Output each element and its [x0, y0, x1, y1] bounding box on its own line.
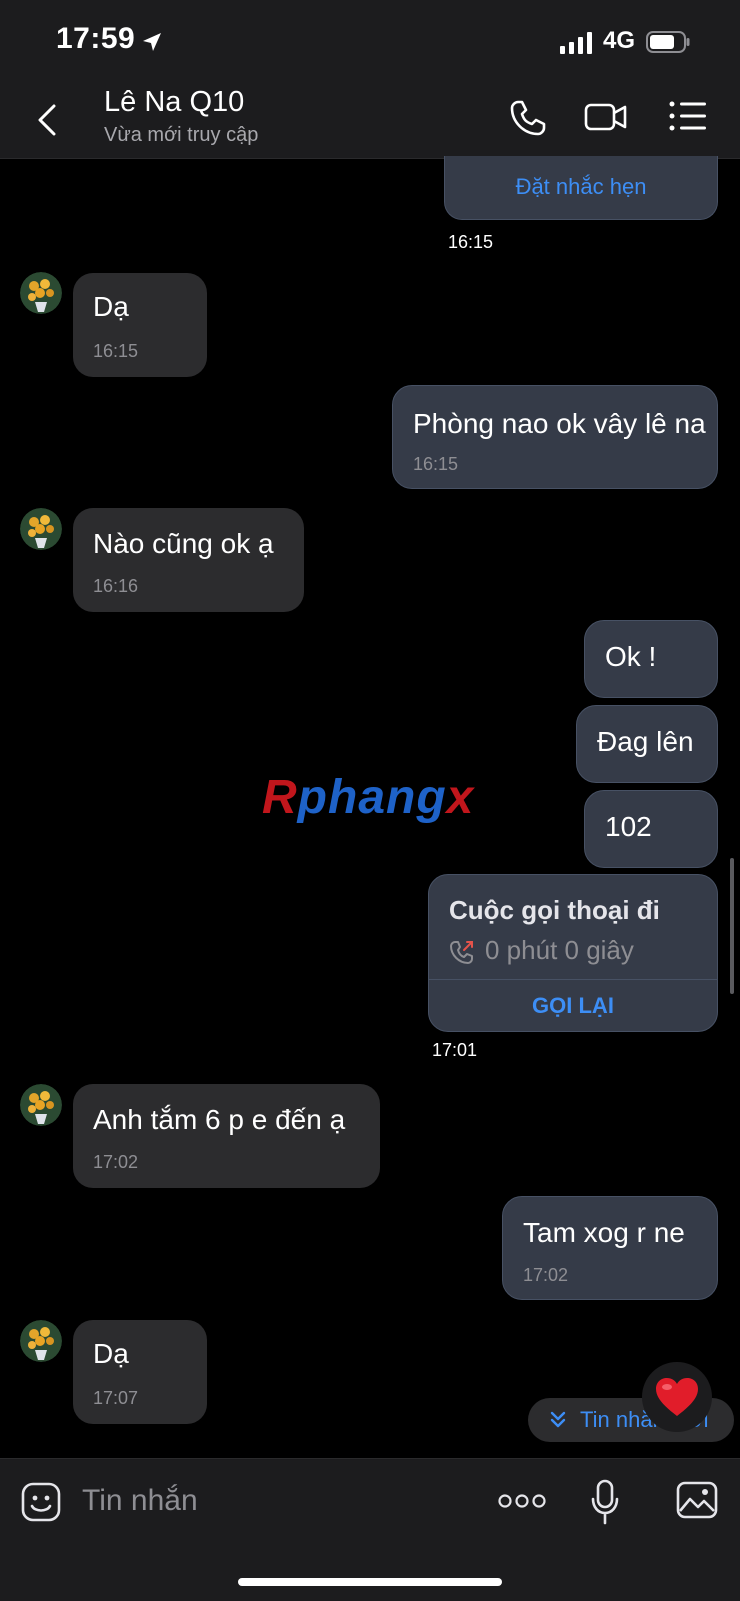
contact-status: Vừa mới truy cập: [104, 124, 259, 146]
double-chevron-down-icon: [550, 1411, 566, 1428]
call-duration: 0 phút 0 giây: [485, 935, 634, 965]
message-bubble-outgoing[interactable]: Tam xog r ne 17:02: [502, 1196, 718, 1300]
message-time: 17:07: [93, 1388, 139, 1408]
message-text: Ok !: [605, 641, 657, 672]
contact-name[interactable]: Lê Na Q10: [104, 86, 244, 119]
more-options-icon[interactable]: [498, 1493, 546, 1509]
contact-avatar[interactable]: [20, 508, 62, 550]
contact-avatar[interactable]: [20, 272, 62, 314]
message-text: Đag lên: [597, 726, 694, 757]
reminder-card: Đặt nhắc hẹn: [444, 156, 718, 220]
status-bar: 17:59 4G: [0, 0, 740, 80]
sticker-emoji-icon[interactable]: [20, 1481, 62, 1523]
message-time: 16:16: [93, 576, 139, 596]
contact-avatar[interactable]: [20, 1084, 62, 1126]
signal-icon: [560, 32, 592, 54]
message-time: 17:02: [523, 1265, 569, 1285]
message-text: Tam xog r ne: [523, 1217, 685, 1248]
heart-reaction-button[interactable]: [642, 1362, 712, 1432]
time-label: 16:15: [448, 232, 494, 252]
phone-icon[interactable]: [508, 98, 548, 138]
message-text: Dạ: [93, 291, 129, 322]
message-bubble-outgoing[interactable]: Đag lên: [576, 705, 718, 783]
call-title: Cuộc gọi thoại đi: [449, 895, 660, 925]
message-bubble-incoming[interactable]: Nào cũng ok ạ 16:16: [73, 508, 304, 612]
message-text: 102: [605, 811, 652, 842]
chat-header: Lê Na Q10 Vừa mới truy cập: [0, 80, 740, 159]
message-text: Phòng nao ok vây lê na: [413, 408, 706, 439]
message-bubble-incoming[interactable]: Anh tắm 6 p e đến ạ 17:02: [73, 1084, 380, 1188]
video-call-icon[interactable]: [584, 98, 628, 136]
scrollbar-thumb[interactable]: [730, 858, 734, 994]
message-text: Dạ: [93, 1338, 129, 1369]
message-bubble-incoming[interactable]: Dạ 17:07: [73, 1320, 207, 1424]
outgoing-call-card[interactable]: Cuộc gọi thoại đi 0 phút 0 giây GỌI LẠI: [428, 874, 718, 1032]
message-time: 16:15: [413, 454, 459, 474]
watermark-logo: Rphangx: [262, 771, 475, 824]
back-chevron-icon[interactable]: [32, 102, 62, 138]
menu-icon[interactable]: [668, 98, 708, 134]
call-back-button[interactable]: GỌI LẠI: [429, 993, 717, 1019]
message-input[interactable]: [80, 1475, 464, 1527]
image-gallery-icon[interactable]: [676, 1481, 718, 1519]
network-label: 4G: [603, 27, 636, 54]
message-bubble-incoming[interactable]: Dạ 16:15: [73, 273, 207, 377]
heart-icon: [656, 1378, 698, 1416]
message-time: 16:15: [93, 341, 139, 361]
contact-avatar[interactable]: [20, 1320, 62, 1362]
message-text: Nào cũng ok ạ: [93, 528, 274, 559]
status-time: 17:59: [56, 22, 136, 55]
message-time: 17:02: [93, 1152, 139, 1172]
battery-icon: [646, 31, 690, 53]
message-text: Anh tắm 6 p e đến ạ: [93, 1104, 346, 1135]
message-bubble-outgoing[interactable]: Phòng nao ok vây lê na 16:15: [392, 385, 718, 489]
message-bubble-outgoing[interactable]: 102: [584, 790, 718, 868]
location-arrow-icon: [143, 33, 161, 51]
divider: [429, 979, 717, 980]
outgoing-call-icon: [450, 941, 473, 964]
microphone-icon[interactable]: [590, 1479, 620, 1525]
set-reminder-button[interactable]: Đặt nhắc hẹn: [445, 174, 717, 200]
home-indicator[interactable]: [238, 1578, 502, 1586]
time-label: 17:01: [432, 1040, 478, 1060]
message-bubble-outgoing[interactable]: Ok !: [584, 620, 718, 698]
